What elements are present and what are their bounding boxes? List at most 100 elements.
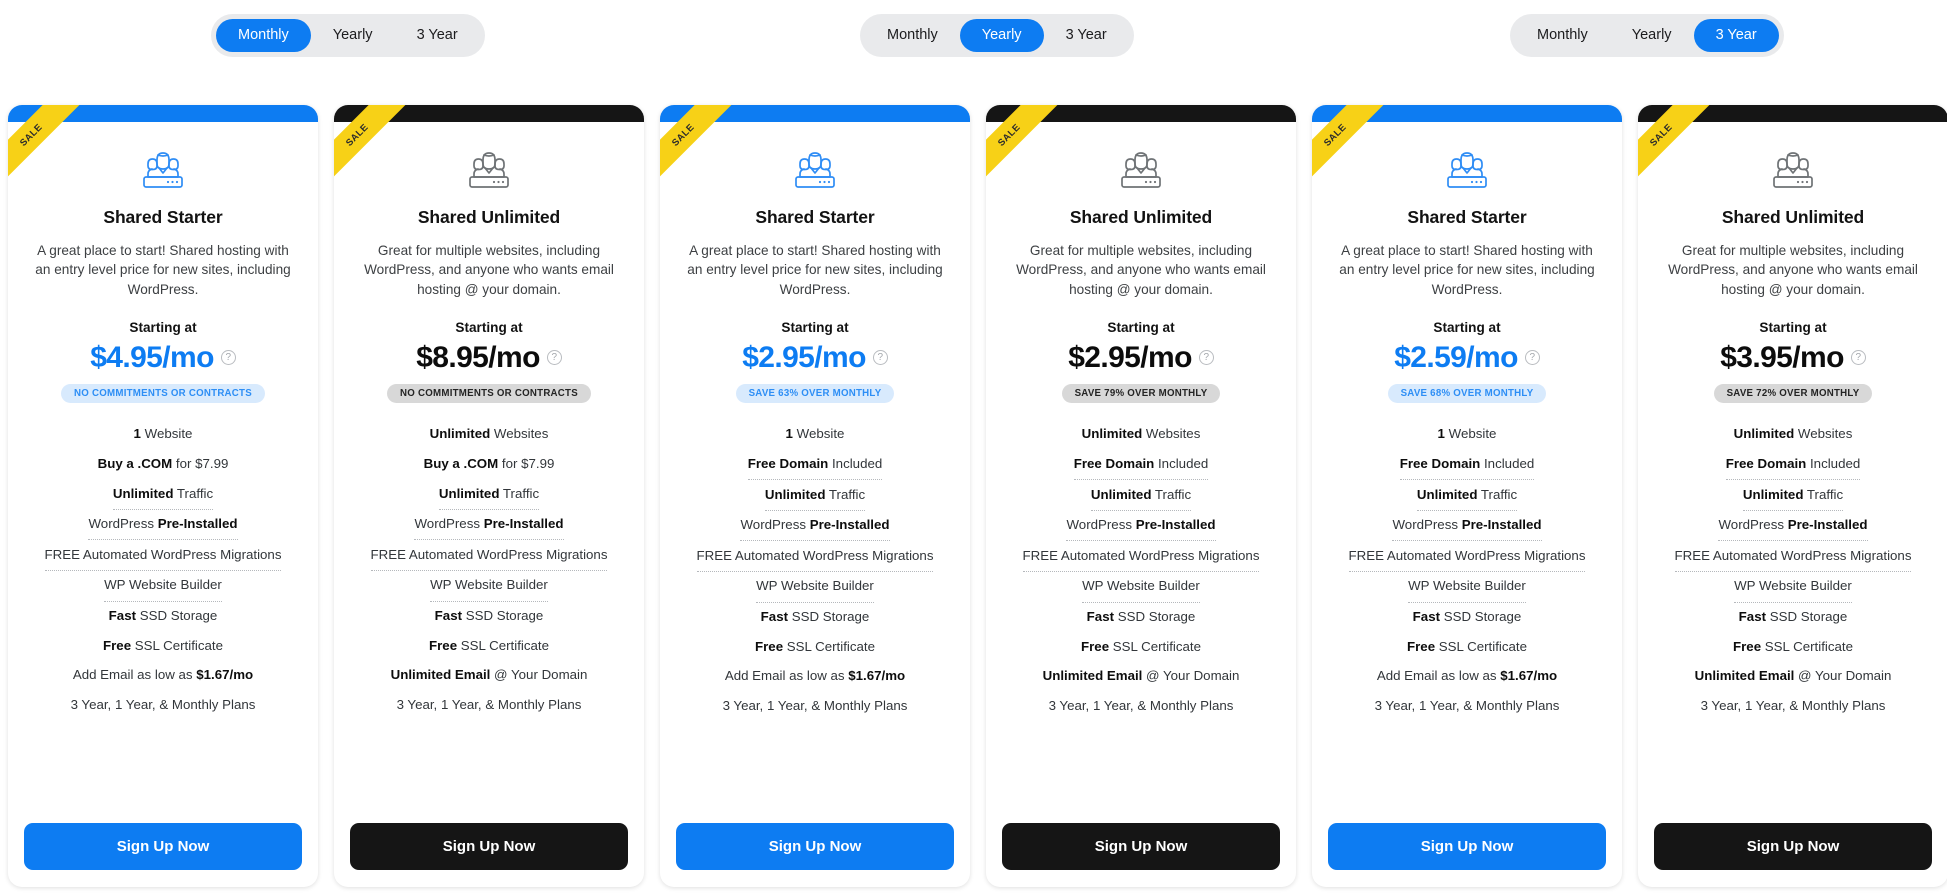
feature-item: Add Email as low as $1.67/mo	[724, 668, 906, 684]
feature-item[interactable]: WP Website Builder	[1408, 572, 1526, 603]
feature-item[interactable]: WordPress Pre-Installed	[88, 510, 238, 541]
toggle-option-yearly[interactable]: Yearly	[959, 19, 1044, 52]
price-row: $2.59/mo ?	[1394, 341, 1540, 375]
price-info-icon[interactable]: ?	[1198, 350, 1214, 366]
feature-item[interactable]: Unlimited Traffic	[112, 479, 214, 510]
pricing-cards: SALE Shared Starter A great place to sta…	[8, 105, 1947, 887]
price-info-icon[interactable]: ?	[872, 350, 888, 366]
plan-title: Shared Unlimited	[1721, 207, 1865, 227]
team-server-icon	[1115, 144, 1167, 190]
sign-up-button[interactable]: Sign Up Now	[676, 823, 954, 870]
feature-item: Free SSL Certificate	[1733, 638, 1853, 654]
sign-up-button[interactable]: Sign Up Now	[24, 823, 302, 870]
feature-item[interactable]: FREE Automated WordPress Migrations	[1348, 541, 1586, 572]
feature-item: Free SSL Certificate	[1407, 638, 1527, 654]
feature-item[interactable]: FREE Automated WordPress Migrations	[696, 541, 934, 572]
feature-item[interactable]: WP Website Builder	[104, 571, 222, 602]
feature-item[interactable]: WP Website Builder	[1082, 572, 1200, 603]
feature-item[interactable]: Unlimited Traffic	[1090, 480, 1192, 511]
feature-item: 3 Year, 1 Year, & Monthly Plans	[1374, 697, 1560, 713]
feature-item[interactable]: Free Domain Included	[1073, 450, 1209, 481]
price-period: /mo	[1792, 340, 1844, 374]
feature-item[interactable]: WordPress Pre-Installed	[1392, 511, 1542, 542]
team-server-icon	[789, 144, 841, 190]
feature-item[interactable]: FREE Automated WordPress Migrations	[1674, 541, 1912, 572]
toggle-option-monthly[interactable]: Monthly	[1515, 19, 1610, 52]
pricing-card: SALE Shared Unlimited Great for multiple…	[986, 105, 1296, 887]
plan-description: Great for multiple websites, including W…	[364, 243, 614, 297]
savings-badge: SAVE 63% OVER MONTHLY	[735, 383, 895, 403]
starting-at-label: Starting at	[1107, 319, 1175, 335]
feature-item[interactable]: WordPress Pre-Installed	[740, 511, 890, 542]
savings-badge: SAVE 79% OVER MONTHLY	[1061, 383, 1221, 403]
feature-item[interactable]: WordPress Pre-Installed	[414, 510, 564, 541]
feature-item[interactable]: WordPress Pre-Installed	[1718, 511, 1868, 542]
plan-title: Shared Starter	[755, 207, 875, 227]
savings-badge: NO COMMITMENTS OR CONTRACTS	[387, 383, 591, 403]
toggle-option-monthly[interactable]: Monthly	[865, 19, 960, 52]
price-period: /mo	[488, 340, 540, 374]
feature-item: Fast SSD Storage	[1412, 609, 1522, 625]
feature-list: Unlimited Websites Free Domain Included Un…	[1654, 420, 1932, 721]
feature-item: Unlimited Email @ Your Domain	[390, 667, 588, 683]
feature-item: Free SSL Certificate	[429, 637, 549, 653]
feature-item[interactable]: Free Domain Included	[1399, 450, 1535, 481]
toggle-option-monthly[interactable]: Monthly	[216, 19, 311, 52]
price-period: /mo	[162, 340, 214, 374]
card-body: Shared Unlimited Great for multiple webs…	[334, 122, 644, 823]
price-row: $2.95/mo ?	[742, 341, 888, 375]
feature-item[interactable]: WordPress Pre-Installed	[1066, 511, 1216, 542]
toggle-option-3-year[interactable]: 3 Year	[1693, 19, 1779, 52]
feature-item[interactable]: FREE Automated WordPress Migrations	[1022, 541, 1260, 572]
plan-description: Great for multiple websites, including W…	[1668, 243, 1918, 297]
feature-item: 1 Website	[133, 426, 193, 442]
feature-item: Fast SSD Storage	[760, 609, 870, 625]
toggle-option-3-year[interactable]: 3 Year	[395, 19, 480, 52]
feature-item: 1 Website	[1437, 426, 1497, 442]
feature-item[interactable]: Unlimited Traffic	[764, 480, 866, 511]
plan-title: Shared Unlimited	[417, 207, 561, 227]
feature-item[interactable]: FREE Automated WordPress Migrations	[370, 540, 608, 571]
feature-item[interactable]: Free Domain Included	[1725, 450, 1861, 481]
savings-badge: NO COMMITMENTS OR CONTRACTS	[61, 383, 265, 403]
team-server-icon	[1441, 144, 1493, 190]
starting-at-label: Starting at	[1759, 319, 1827, 335]
sign-up-button[interactable]: Sign Up Now	[1654, 823, 1932, 870]
price-period: /mo	[814, 340, 866, 374]
toggle-option-3-year[interactable]: 3 Year	[1044, 19, 1129, 52]
sign-up-button[interactable]: Sign Up Now	[1328, 823, 1606, 870]
price-info-icon[interactable]: ?	[1524, 350, 1540, 366]
feature-list: Unlimited Websites Buy a .COM for $7.99 Un…	[350, 420, 628, 720]
price-info-icon[interactable]: ?	[220, 350, 236, 366]
price-info-icon[interactable]: ?	[1850, 350, 1866, 366]
team-server-icon	[1767, 144, 1819, 190]
feature-item: 1 Website	[785, 426, 845, 442]
team-server-icon	[137, 144, 189, 190]
plan-description: A great place to start! Shared hosting w…	[687, 243, 943, 297]
feature-item[interactable]: Free Domain Included	[747, 450, 883, 481]
price-period: /mo	[1140, 340, 1192, 374]
toggle-option-yearly[interactable]: Yearly	[1610, 19, 1694, 52]
feature-item[interactable]: WP Website Builder	[1734, 572, 1852, 603]
feature-item: Add Email as low as $1.67/mo	[1376, 668, 1558, 684]
price-row: $8.95/mo ?	[416, 341, 562, 375]
feature-item[interactable]: FREE Automated WordPress Migrations	[44, 540, 282, 571]
price-info-icon[interactable]: ?	[546, 350, 562, 366]
plan-price: $2.95/mo	[742, 340, 866, 374]
feature-list: 1 Website Free Domain Included Unlimited T…	[676, 420, 954, 721]
feature-item[interactable]: Unlimited Traffic	[1416, 480, 1518, 511]
three-year-toggle: Monthly Yearly 3 Year	[1510, 14, 1784, 57]
toggle-option-yearly[interactable]: Yearly	[311, 19, 395, 52]
feature-item: Free SSL Certificate	[755, 638, 875, 654]
toggle-group: Monthly Yearly 3 Year	[211, 14, 485, 57]
price-row: $4.95/mo ?	[90, 341, 236, 375]
feature-item: 3 Year, 1 Year, & Monthly Plans	[1048, 697, 1234, 713]
feature-item[interactable]: Unlimited Traffic	[438, 479, 540, 510]
sign-up-button[interactable]: Sign Up Now	[1002, 823, 1280, 870]
feature-item[interactable]: Unlimited Traffic	[1742, 480, 1844, 511]
feature-item[interactable]: WP Website Builder	[756, 572, 874, 603]
yearly-toggle: Monthly Yearly 3 Year	[860, 14, 1134, 57]
sign-up-button[interactable]: Sign Up Now	[350, 823, 628, 870]
feature-item[interactable]: WP Website Builder	[430, 571, 548, 602]
plan-description: A great place to start! Shared hosting w…	[35, 243, 291, 297]
